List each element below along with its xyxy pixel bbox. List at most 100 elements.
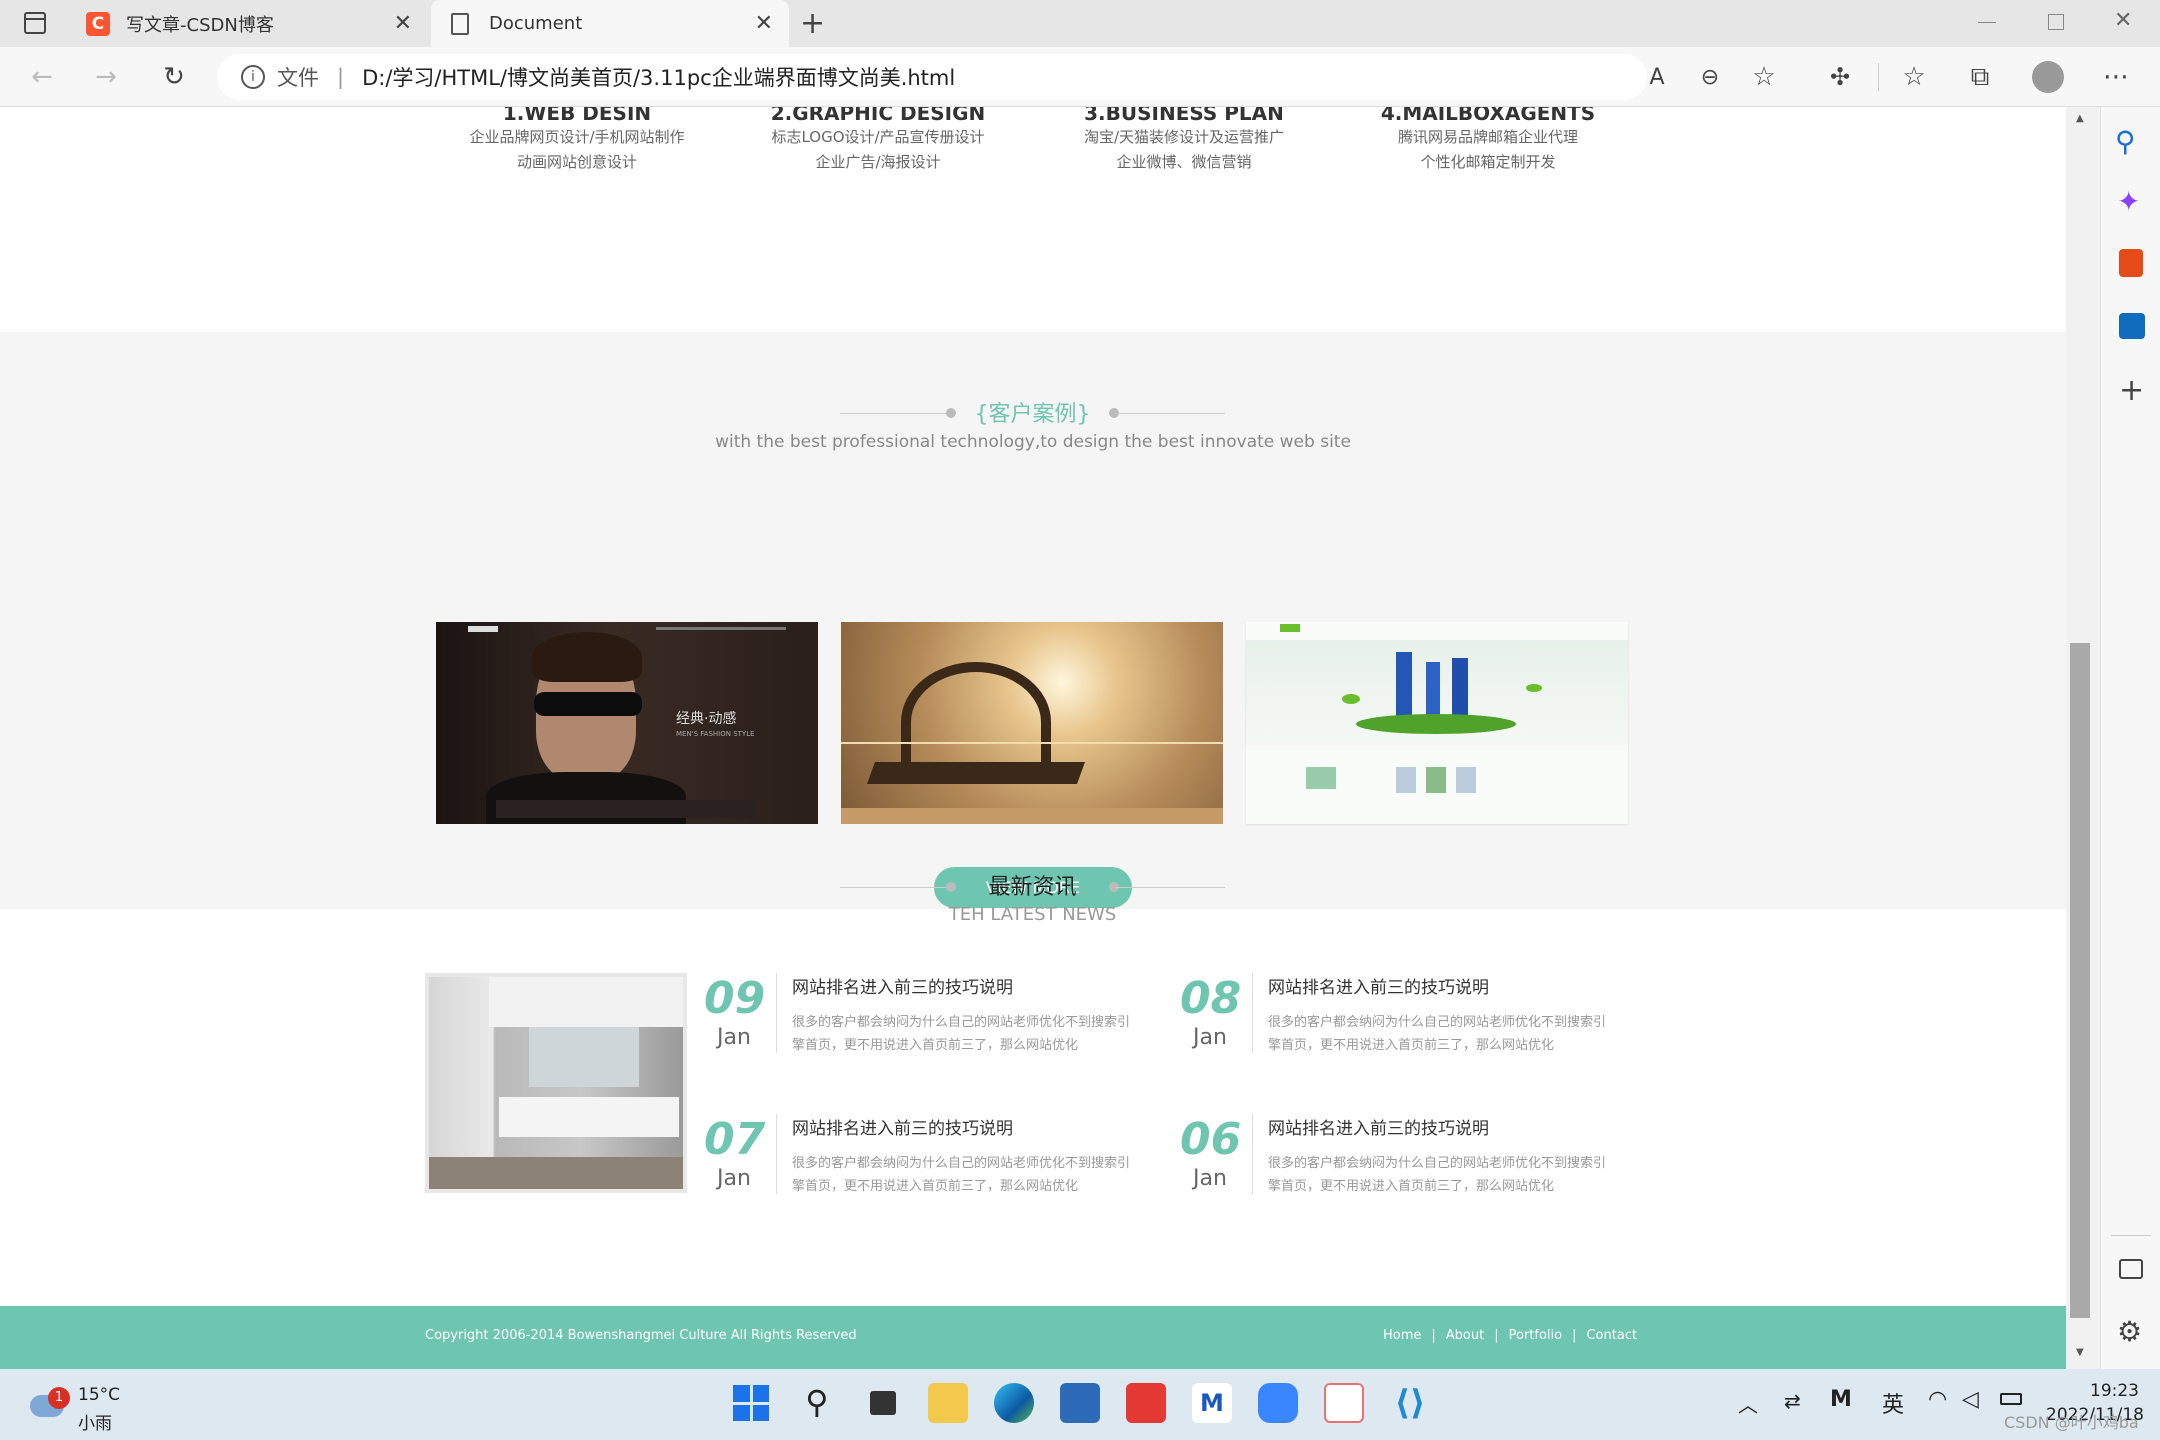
vscode-icon[interactable]: ⟨⟩ — [1390, 1383, 1430, 1423]
forward-icon[interactable]: → — [84, 55, 128, 99]
scroll-down-icon[interactable]: ▼ — [2076, 1347, 2084, 1358]
scrollbar-thumb[interactable] — [2070, 643, 2090, 1318]
tray-m-icon[interactable]: M — [1830, 1387, 1852, 1412]
footer-link-portfolio[interactable]: Portfolio — [1509, 1328, 1562, 1343]
news-item-title[interactable]: 网站排名进入前三的技巧说明 — [1268, 973, 1489, 998]
security-label: 文件 — [277, 66, 319, 90]
start-icon[interactable] — [731, 1383, 771, 1423]
office-icon[interactable] — [2119, 249, 2143, 277]
settings-icon[interactable]: ⚙ — [2117, 1315, 2142, 1348]
case-thumbnail-fashion[interactable]: 经典·动感 MEN'S FASHION STYLE — [436, 622, 818, 824]
volume-icon[interactable]: ◁ — [1962, 1387, 1979, 1412]
footer-nav: Home | About | Portfolio | Contact — [1383, 1328, 1637, 1343]
battery-icon[interactable] — [2000, 1393, 2022, 1405]
close-window-icon[interactable]: ✕ — [2114, 8, 2132, 33]
service-line: 个性化邮箱定制开发 — [1420, 153, 1556, 171]
app-m-icon[interactable]: M — [1192, 1383, 1232, 1423]
news-item[interactable]: 08 Jan 网站排名进入前三的技巧说明 很多的客户都会纳闷为什么自己的网站老师… — [1180, 973, 1620, 1083]
back-icon[interactable]: ← — [20, 55, 64, 99]
news-item[interactable]: 06 Jan 网站排名进入前三的技巧说明 很多的客户都会纳闷为什么自己的网站老师… — [1180, 1114, 1620, 1224]
file-explorer-icon[interactable] — [928, 1383, 968, 1423]
news-divider — [1252, 1114, 1253, 1194]
footer-link-contact[interactable]: Contact — [1586, 1328, 1637, 1343]
news-item-title[interactable]: 网站排名进入前三的技巧说明 — [1268, 1114, 1489, 1139]
case-thumbnail-industry[interactable] — [1246, 622, 1628, 824]
title-line — [1115, 887, 1225, 888]
search-icon[interactable]: ⚲ — [2115, 125, 2136, 158]
clock-time[interactable]: 19:23 — [2090, 1381, 2139, 1401]
thumb-box — [1456, 767, 1476, 793]
extensions-icon[interactable]: ✣ — [1818, 55, 1862, 99]
zoom-out-icon[interactable]: ⊖ — [1688, 55, 1732, 99]
browser-sidebar: ⚲ ✦ + ⚙ — [2100, 107, 2160, 1369]
copilot-icon[interactable]: ✦ — [2117, 185, 2140, 218]
footer-sep: | — [1572, 1328, 1577, 1343]
task-view-icon[interactable] — [862, 1383, 902, 1423]
read-aloud-icon[interactable]: A — [1635, 55, 1679, 99]
lake-horizon — [841, 742, 1223, 744]
add-icon[interactable]: + — [2119, 373, 2144, 408]
model-hair — [532, 632, 642, 682]
service-title: 3.BUSINESS PLAN — [1084, 107, 1284, 125]
tab-bar: C 写文章-CSDN博客 ✕ Document ✕ + ✕ — [0, 0, 2160, 47]
restore-icon[interactable] — [2048, 14, 2064, 30]
footer-link-about[interactable]: About — [1446, 1328, 1484, 1343]
news-item-title[interactable]: 网站排名进入前三的技巧说明 — [792, 973, 1013, 998]
minimize-icon[interactable] — [1978, 22, 1996, 23]
office-window — [529, 1027, 639, 1087]
edge-icon[interactable] — [994, 1383, 1034, 1423]
title-line — [1115, 413, 1225, 414]
news-day: 09 — [704, 973, 766, 1024]
factory-tower — [1426, 662, 1440, 722]
close-tab-icon[interactable]: ✕ — [755, 11, 773, 36]
profile-avatar[interactable] — [2026, 55, 2070, 99]
footer-link-home[interactable]: Home — [1383, 1328, 1421, 1343]
address-bar[interactable]: i 文件 | D:/学习/HTML/博文尚美首页/3.11pc企业端界面博文尚美… — [217, 54, 1647, 100]
thumb-logo — [1280, 624, 1300, 632]
news-image[interactable] — [425, 973, 687, 1193]
tab-csdn[interactable]: C 写文章-CSDN博客 ✕ — [70, 0, 428, 47]
document-icon — [451, 12, 469, 35]
tray-app-icon[interactable]: ⇄ — [1784, 1389, 1801, 1413]
cloud-icon[interactable] — [1258, 1383, 1298, 1423]
tab-document[interactable]: Document ✕ — [431, 0, 789, 47]
news-item[interactable]: 07 Jan 网站排名进入前三的技巧说明 很多的客户都会纳闷为什么自己的网站老师… — [704, 1114, 1144, 1224]
service-title: 2.GRAPHIC DESIGN — [770, 107, 986, 125]
collections-icon[interactable]: ⧉ — [1958, 55, 2002, 99]
thumb-strip — [496, 800, 756, 818]
case-thumbnail-chair[interactable] — [841, 622, 1223, 824]
tab-title: 写文章-CSDN博客 — [126, 14, 274, 36]
news-item[interactable]: 09 Jan 网站排名进入前三的技巧说明 很多的客户都会纳闷为什么自己的网站老师… — [704, 973, 1144, 1083]
news-item-title[interactable]: 网站排名进入前三的技巧说明 — [792, 1114, 1013, 1139]
service-line: 企业品牌网页设计/手机网站制作 — [469, 128, 685, 146]
service-item: 1.WEB DESIN 企业品牌网页设计/手机网站制作 动画网站创意设计 — [427, 107, 727, 175]
weather-widget[interactable]: 1 15°C 小雨 — [26, 1379, 146, 1434]
wifi-icon[interactable]: ◠ — [1928, 1387, 1947, 1412]
thumb-footer-bar — [841, 808, 1223, 824]
url-divider: | — [337, 65, 345, 89]
service-title: 4.MAILBOXAGENTS — [1380, 107, 1596, 125]
tab-actions-icon[interactable] — [24, 12, 46, 34]
service-item: 2.GRAPHIC DESIGN 标志LOGO设计/产品宣传册设计 企业广告/海… — [728, 107, 1028, 175]
huawei-appgallery-icon[interactable] — [1126, 1383, 1166, 1423]
hide-sidebar-icon[interactable] — [2119, 1259, 2143, 1279]
info-icon[interactable]: i — [241, 65, 265, 89]
new-tab-icon[interactable]: + — [800, 6, 825, 41]
refresh-icon[interactable]: ↻ — [152, 55, 196, 99]
snipping-tool-icon[interactable] — [1324, 1383, 1364, 1423]
footer-sep: | — [1431, 1328, 1436, 1343]
ime-indicator[interactable]: 英 — [1882, 1387, 1904, 1419]
favorites-icon[interactable]: ☆ — [1892, 55, 1936, 99]
news-month: Jan — [1193, 1166, 1227, 1191]
close-tab-icon[interactable]: ✕ — [394, 11, 412, 36]
url-text[interactable]: D:/学习/HTML/博文尚美首页/3.11pc企业端界面博文尚美.html — [362, 62, 955, 92]
favorite-add-icon[interactable]: ☆ — [1742, 55, 1786, 99]
tray-chevron-icon[interactable]: ︿ — [1738, 1389, 1758, 1418]
factory-tower — [1396, 652, 1412, 722]
scroll-up-icon[interactable]: ▲ — [2076, 113, 2084, 124]
service-item: 3.BUSINESS PLAN 淘宝/天猫装修设计及运营推广 企业微博、微信营销 — [1034, 107, 1334, 175]
more-icon[interactable]: ⋯ — [2094, 55, 2138, 99]
store-icon[interactable] — [1060, 1383, 1100, 1423]
outlook-icon[interactable] — [2119, 313, 2145, 339]
search-icon[interactable]: ⚲ — [797, 1383, 837, 1423]
